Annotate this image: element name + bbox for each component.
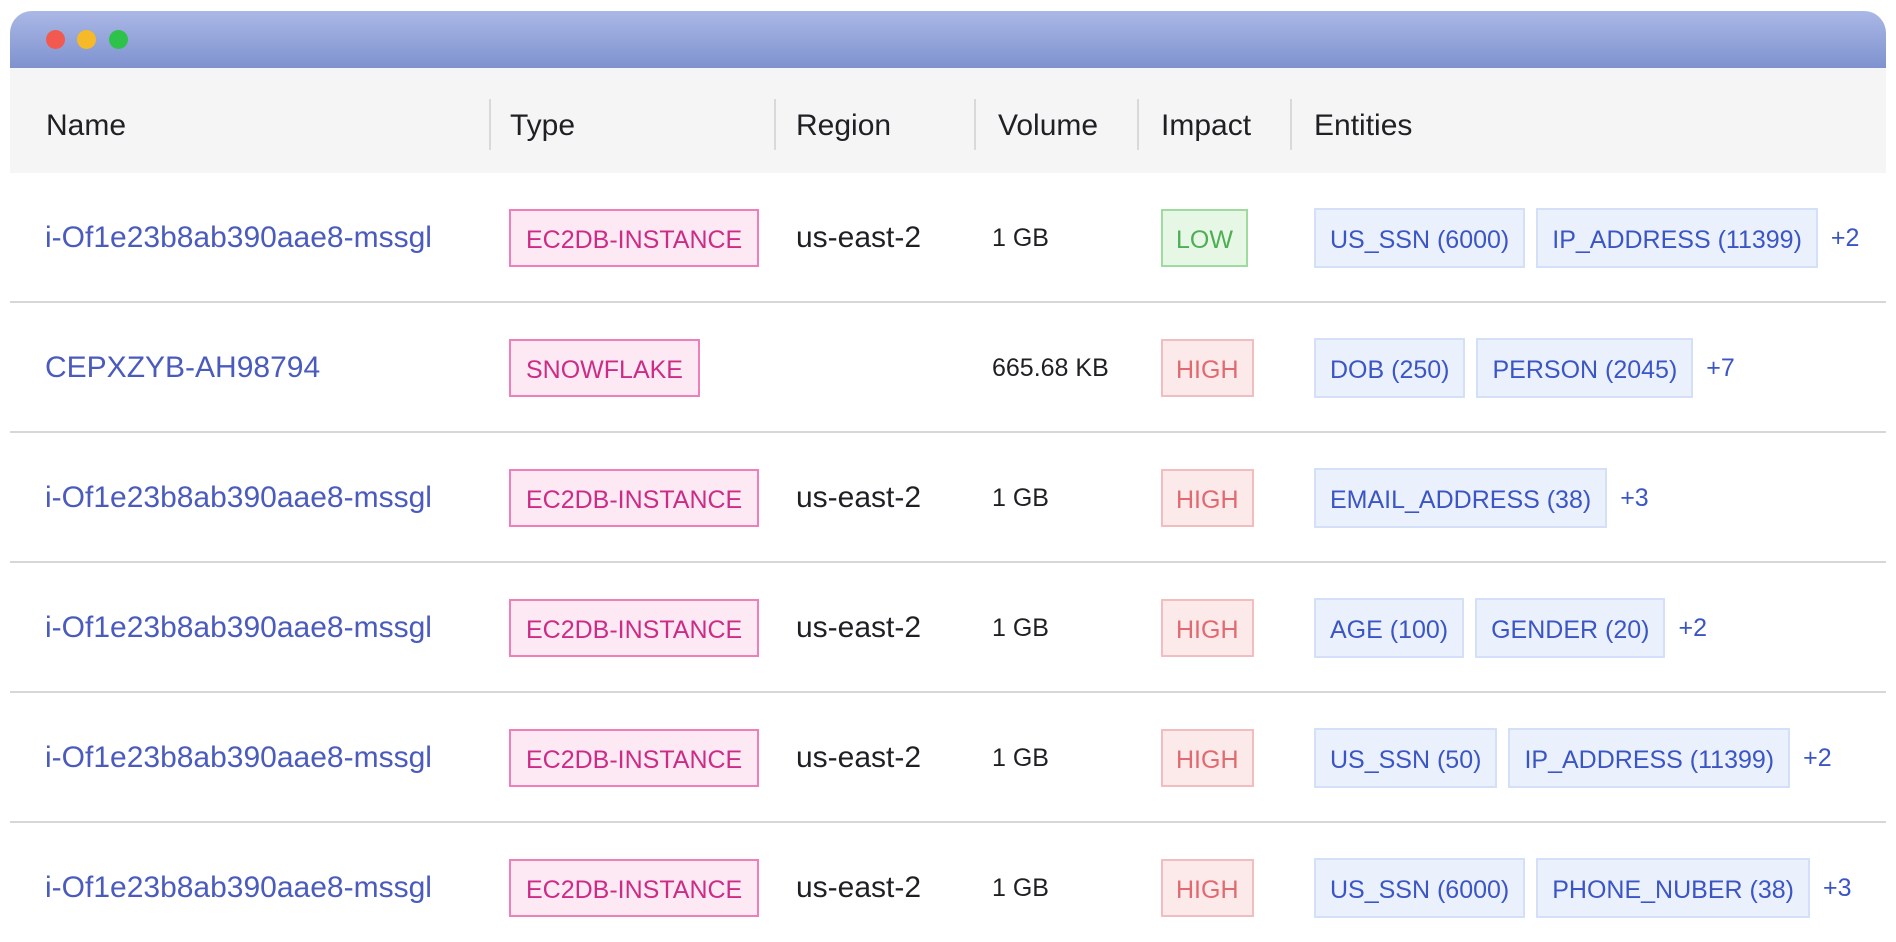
impact-cell: HIGH bbox=[1161, 823, 1254, 942]
maximize-window-button[interactable] bbox=[109, 30, 128, 49]
resource-name-link[interactable]: i-Of1e23b8ab390aae8-mssgl bbox=[45, 693, 432, 823]
impact-badge: HIGH bbox=[1161, 339, 1254, 397]
type-badge: SNOWFLAKE bbox=[509, 339, 700, 397]
entities-cell: US_SSN (6000) IP_ADDRESS (11399) +2 bbox=[1314, 173, 1859, 303]
region-cell: us-east-2 bbox=[796, 741, 922, 774]
volume-cell: 1 GB bbox=[992, 483, 1049, 512]
more-entities-link[interactable]: +2 bbox=[1803, 744, 1832, 773]
app-window: Name Type Region Volume Impact Entities … bbox=[10, 11, 1886, 942]
entity-tag[interactable]: AGE (100) bbox=[1314, 598, 1465, 658]
entity-tag[interactable]: GENDER (20) bbox=[1475, 598, 1666, 658]
more-entities-link[interactable]: +2 bbox=[1831, 224, 1860, 253]
impact-cell: HIGH bbox=[1161, 303, 1254, 433]
title-bar bbox=[10, 11, 1886, 68]
column-header-type[interactable]: Type bbox=[510, 68, 575, 173]
entity-tag[interactable]: US_SSN (50) bbox=[1314, 728, 1498, 788]
column-divider[interactable] bbox=[1290, 99, 1292, 150]
type-badge: EC2DB-INSTANCE bbox=[509, 859, 760, 917]
entity-tag[interactable]: IP_ADDRESS (11399) bbox=[1536, 208, 1818, 268]
entities-cell: AGE (100) GENDER (20) +2 bbox=[1314, 563, 1707, 693]
column-header-impact[interactable]: Impact bbox=[1161, 68, 1251, 173]
type-badge: EC2DB-INSTANCE bbox=[509, 209, 760, 267]
volume-cell: 1 GB bbox=[992, 223, 1049, 252]
impact-cell: LOW bbox=[1161, 173, 1248, 303]
more-entities-link[interactable]: +2 bbox=[1678, 614, 1707, 643]
resource-name-link[interactable]: CEPXZYB-AH98794 bbox=[45, 303, 320, 433]
region-cell: us-east-2 bbox=[796, 481, 922, 514]
more-entities-link[interactable]: +3 bbox=[1823, 874, 1852, 903]
volume-cell: 1 GB bbox=[992, 873, 1049, 902]
impact-badge: LOW bbox=[1161, 209, 1248, 267]
entities-cell: DOB (250) PERSON (2045) +7 bbox=[1314, 303, 1735, 433]
entity-tag[interactable]: PERSON (2045) bbox=[1476, 338, 1694, 398]
minimize-window-button[interactable] bbox=[77, 30, 96, 49]
entity-tag[interactable]: US_SSN (6000) bbox=[1314, 208, 1526, 268]
column-divider[interactable] bbox=[774, 99, 776, 150]
table-header: Name Type Region Volume Impact Entities bbox=[10, 68, 1886, 173]
type-badge: EC2DB-INSTANCE bbox=[509, 599, 760, 657]
region-cell: us-east-2 bbox=[796, 611, 922, 644]
column-divider[interactable] bbox=[1137, 99, 1139, 150]
column-header-volume[interactable]: Volume bbox=[998, 68, 1098, 173]
resource-name-link[interactable]: i-Of1e23b8ab390aae8-mssgl bbox=[45, 433, 432, 563]
type-cell: EC2DB-INSTANCE bbox=[509, 693, 760, 823]
table-row[interactable]: i-Of1e23b8ab390aae8-mssgl EC2DB-INSTANCE u… bbox=[10, 173, 1886, 303]
entities-cell: US_SSN (50) IP_ADDRESS (11399) +2 bbox=[1314, 693, 1832, 823]
column-header-region[interactable]: Region bbox=[796, 68, 891, 173]
region-cell: us-east-2 bbox=[796, 871, 922, 904]
more-entities-link[interactable]: +7 bbox=[1706, 354, 1735, 383]
type-cell: EC2DB-INSTANCE bbox=[509, 563, 760, 693]
resource-name-link[interactable]: i-Of1e23b8ab390aae8-mssgl bbox=[45, 823, 432, 942]
type-badge: EC2DB-INSTANCE bbox=[509, 729, 760, 787]
type-cell: EC2DB-INSTANCE bbox=[509, 173, 760, 303]
impact-badge: HIGH bbox=[1161, 729, 1254, 787]
table-row[interactable]: CEPXZYB-AH98794 SNOWFLAKE 665.68 KB HIGH DOB… bbox=[10, 303, 1886, 433]
entity-tag[interactable]: US_SSN (6000) bbox=[1314, 858, 1526, 918]
impact-cell: HIGH bbox=[1161, 563, 1254, 693]
type-badge: EC2DB-INSTANCE bbox=[509, 469, 760, 527]
table-row[interactable]: i-Of1e23b8ab390aae8-mssgl EC2DB-INSTANCE u… bbox=[10, 563, 1886, 693]
type-cell: SNOWFLAKE bbox=[509, 303, 700, 433]
column-header-name[interactable]: Name bbox=[46, 68, 126, 173]
volume-cell: 665.68 KB bbox=[992, 353, 1109, 382]
table-row[interactable]: i-Of1e23b8ab390aae8-mssgl EC2DB-INSTANCE u… bbox=[10, 433, 1886, 563]
close-window-button[interactable] bbox=[46, 30, 65, 49]
more-entities-link[interactable]: +3 bbox=[1620, 484, 1649, 513]
table-row[interactable]: i-Of1e23b8ab390aae8-mssgl EC2DB-INSTANCE u… bbox=[10, 693, 1886, 823]
entities-cell: EMAIL_ADDRESS (38) +3 bbox=[1314, 433, 1649, 563]
resource-name-link[interactable]: i-Of1e23b8ab390aae8-mssgl bbox=[45, 563, 432, 693]
impact-badge: HIGH bbox=[1161, 599, 1254, 657]
column-divider[interactable] bbox=[974, 99, 976, 150]
region-cell: us-east-2 bbox=[796, 221, 922, 254]
column-header-entities[interactable]: Entities bbox=[1314, 68, 1412, 173]
resource-name-link[interactable]: i-Of1e23b8ab390aae8-mssgl bbox=[45, 173, 432, 303]
impact-badge: HIGH bbox=[1161, 859, 1254, 917]
impact-cell: HIGH bbox=[1161, 433, 1254, 563]
table-row[interactable]: i-Of1e23b8ab390aae8-mssgl EC2DB-INSTANCE u… bbox=[10, 823, 1886, 942]
entity-tag[interactable]: IP_ADDRESS (11399) bbox=[1508, 728, 1791, 788]
column-divider[interactable] bbox=[489, 99, 491, 150]
impact-badge: HIGH bbox=[1161, 469, 1254, 527]
entities-cell: US_SSN (6000) PHONE_NUBER (38) +3 bbox=[1314, 823, 1852, 942]
entity-tag[interactable]: PHONE_NUBER (38) bbox=[1536, 858, 1810, 918]
type-cell: EC2DB-INSTANCE bbox=[509, 433, 760, 563]
entity-tag[interactable]: EMAIL_ADDRESS (38) bbox=[1314, 468, 1608, 528]
volume-cell: 1 GB bbox=[992, 743, 1049, 772]
volume-cell: 1 GB bbox=[992, 613, 1049, 642]
impact-cell: HIGH bbox=[1161, 693, 1254, 823]
type-cell: EC2DB-INSTANCE bbox=[509, 823, 760, 942]
entity-tag[interactable]: DOB (250) bbox=[1314, 338, 1466, 398]
